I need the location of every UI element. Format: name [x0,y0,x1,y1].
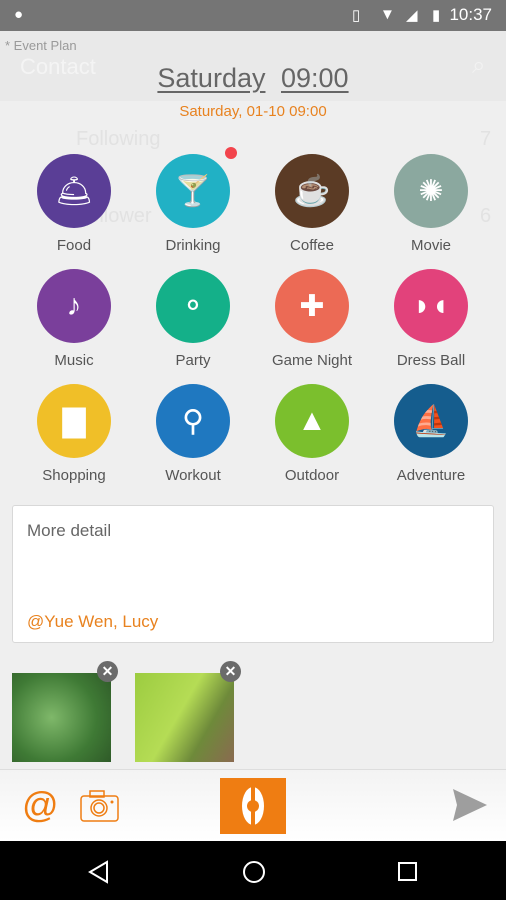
status-bar: ● ▯ ▼ ◢ ▮ 10:37 [0,0,506,31]
detail-input[interactable]: More detail @Yue Wen, Lucy [12,505,494,643]
category-label: Party [175,352,211,369]
remove-photo-1-icon[interactable]: ✕ [97,661,118,682]
mask-icon: ◗◖ [394,269,468,343]
category-label: Food [56,237,92,254]
gamepad-icon: ✚ [275,269,349,343]
category-movie[interactable]: ✺ Movie [376,154,486,254]
coffee-cup-icon: ☕ [275,154,349,228]
back-icon[interactable] [87,860,109,884]
category-label: Workout [165,467,221,484]
camera-icon[interactable] [80,790,120,822]
category-food[interactable]: 🛎 Food [19,154,129,254]
clock: 10:37 [449,5,492,24]
mention-button[interactable]: @ [22,784,59,826]
category-party[interactable]: ⚬ Party [138,269,248,369]
category-outdoor[interactable]: ▲ Outdoor [257,384,367,484]
date-time-picker: Saturday 09:00 [0,63,506,94]
category-label: Shopping [42,467,106,484]
balloons-icon: ⚬ [156,269,230,343]
send-icon[interactable] [452,788,488,822]
photo-thumbnail-2[interactable] [135,673,234,762]
ghost-following-count: 7 [480,128,492,150]
android-icon: ● [14,6,24,23]
category-label: Adventure [396,467,466,484]
ghost-following: Following [76,128,161,150]
category-shopping[interactable]: ▇ Shopping [19,384,129,484]
category-workout[interactable]: ⚲ Workout [138,384,248,484]
vibrate-icon: ▯ [352,7,361,24]
signal-icon: ◢ [406,7,418,24]
category-game-night[interactable]: ✚ Game Night [257,269,367,369]
full-date: Saturday, 01-10 09:00 [179,103,327,120]
guitar-icon: ♪ [37,269,111,343]
home-icon[interactable] [242,860,266,884]
battery-charging-icon: ▮ [432,7,441,24]
category-label: Dress Ball [396,352,466,369]
category-label: Coffee [290,237,334,254]
time-picker[interactable]: 09:00 [281,63,349,93]
day-picker[interactable]: Saturday [157,63,265,93]
category-label: Music [54,352,94,369]
shopping-bag-icon: ▇ [37,384,111,458]
category-music[interactable]: ♪ Music [19,269,129,369]
bicycle-icon: ⚲ [156,384,230,458]
bottom-toolbar: @ [0,769,506,841]
detail-placeholder: More detail [27,521,112,540]
remove-photo-2-icon[interactable]: ✕ [220,661,241,682]
cocktail-icon: 🍸 [156,154,230,228]
recents-icon[interactable] [397,861,419,883]
category-label: Outdoor [284,467,340,484]
event-type-button[interactable] [220,778,286,834]
mountains-icon: ▲ [275,384,349,458]
category-dress-ball[interactable]: ◗◖ Dress Ball [376,269,486,369]
sailboat-icon: ⛵ [394,384,468,458]
wifi-icon: ▼ [380,6,395,23]
logo-icon [242,785,264,827]
notification-badge [225,147,237,159]
mentions[interactable]: @Yue Wen, Lucy [27,612,158,632]
category-label: Movie [410,237,451,254]
category-adventure[interactable]: ⛵ Adventure [376,384,486,484]
event-plan-label: * Event Plan [5,38,77,53]
film-reel-icon: ✺ [394,154,468,228]
category-coffee[interactable]: ☕ Coffee [257,154,367,254]
category-label: Drinking [165,237,221,254]
navigation-bar [0,841,506,900]
cloche-icon: 🛎 [37,154,111,228]
category-drinking[interactable]: 🍸 Drinking [138,154,248,254]
photo-thumbnail-1[interactable] [12,673,111,762]
category-label: Game Night [271,352,353,369]
